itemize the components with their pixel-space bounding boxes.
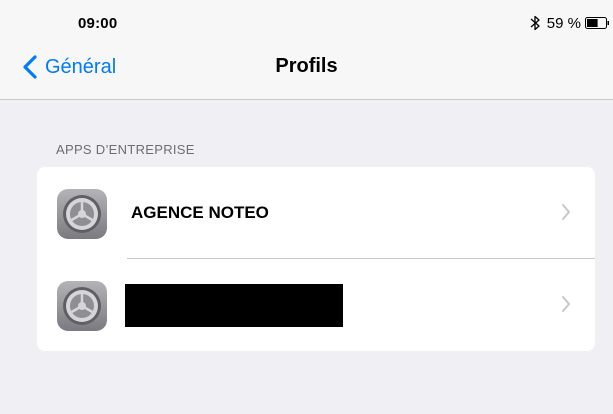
page-title: Profils (275, 55, 338, 77)
battery-percent: 59 % (546, 14, 581, 32)
navigation-bar: Général Profils (0, 40, 613, 100)
settings-gear-icon (57, 189, 107, 239)
section-header: APPS D’ENTREPRISE (56, 142, 195, 157)
chevron-right-icon (562, 204, 570, 220)
battery-icon (585, 17, 609, 29)
chevron-right-icon (562, 296, 570, 312)
profile-row-agence-noteo[interactable]: AGENCE NOTEO (37, 167, 595, 259)
profile-label: AGENCE NOTEO (131, 203, 269, 222)
profiles-list: AGENCE NOTEO (37, 167, 595, 351)
status-bar: 09:00 59 % (0, 0, 613, 40)
redacted-label (125, 284, 343, 327)
status-time: 09:00 (78, 15, 118, 32)
profile-row-redacted[interactable] (37, 259, 595, 350)
settings-gear-icon (57, 281, 107, 331)
bluetooth-icon (530, 15, 540, 31)
status-right: 59 % (529, 13, 609, 33)
